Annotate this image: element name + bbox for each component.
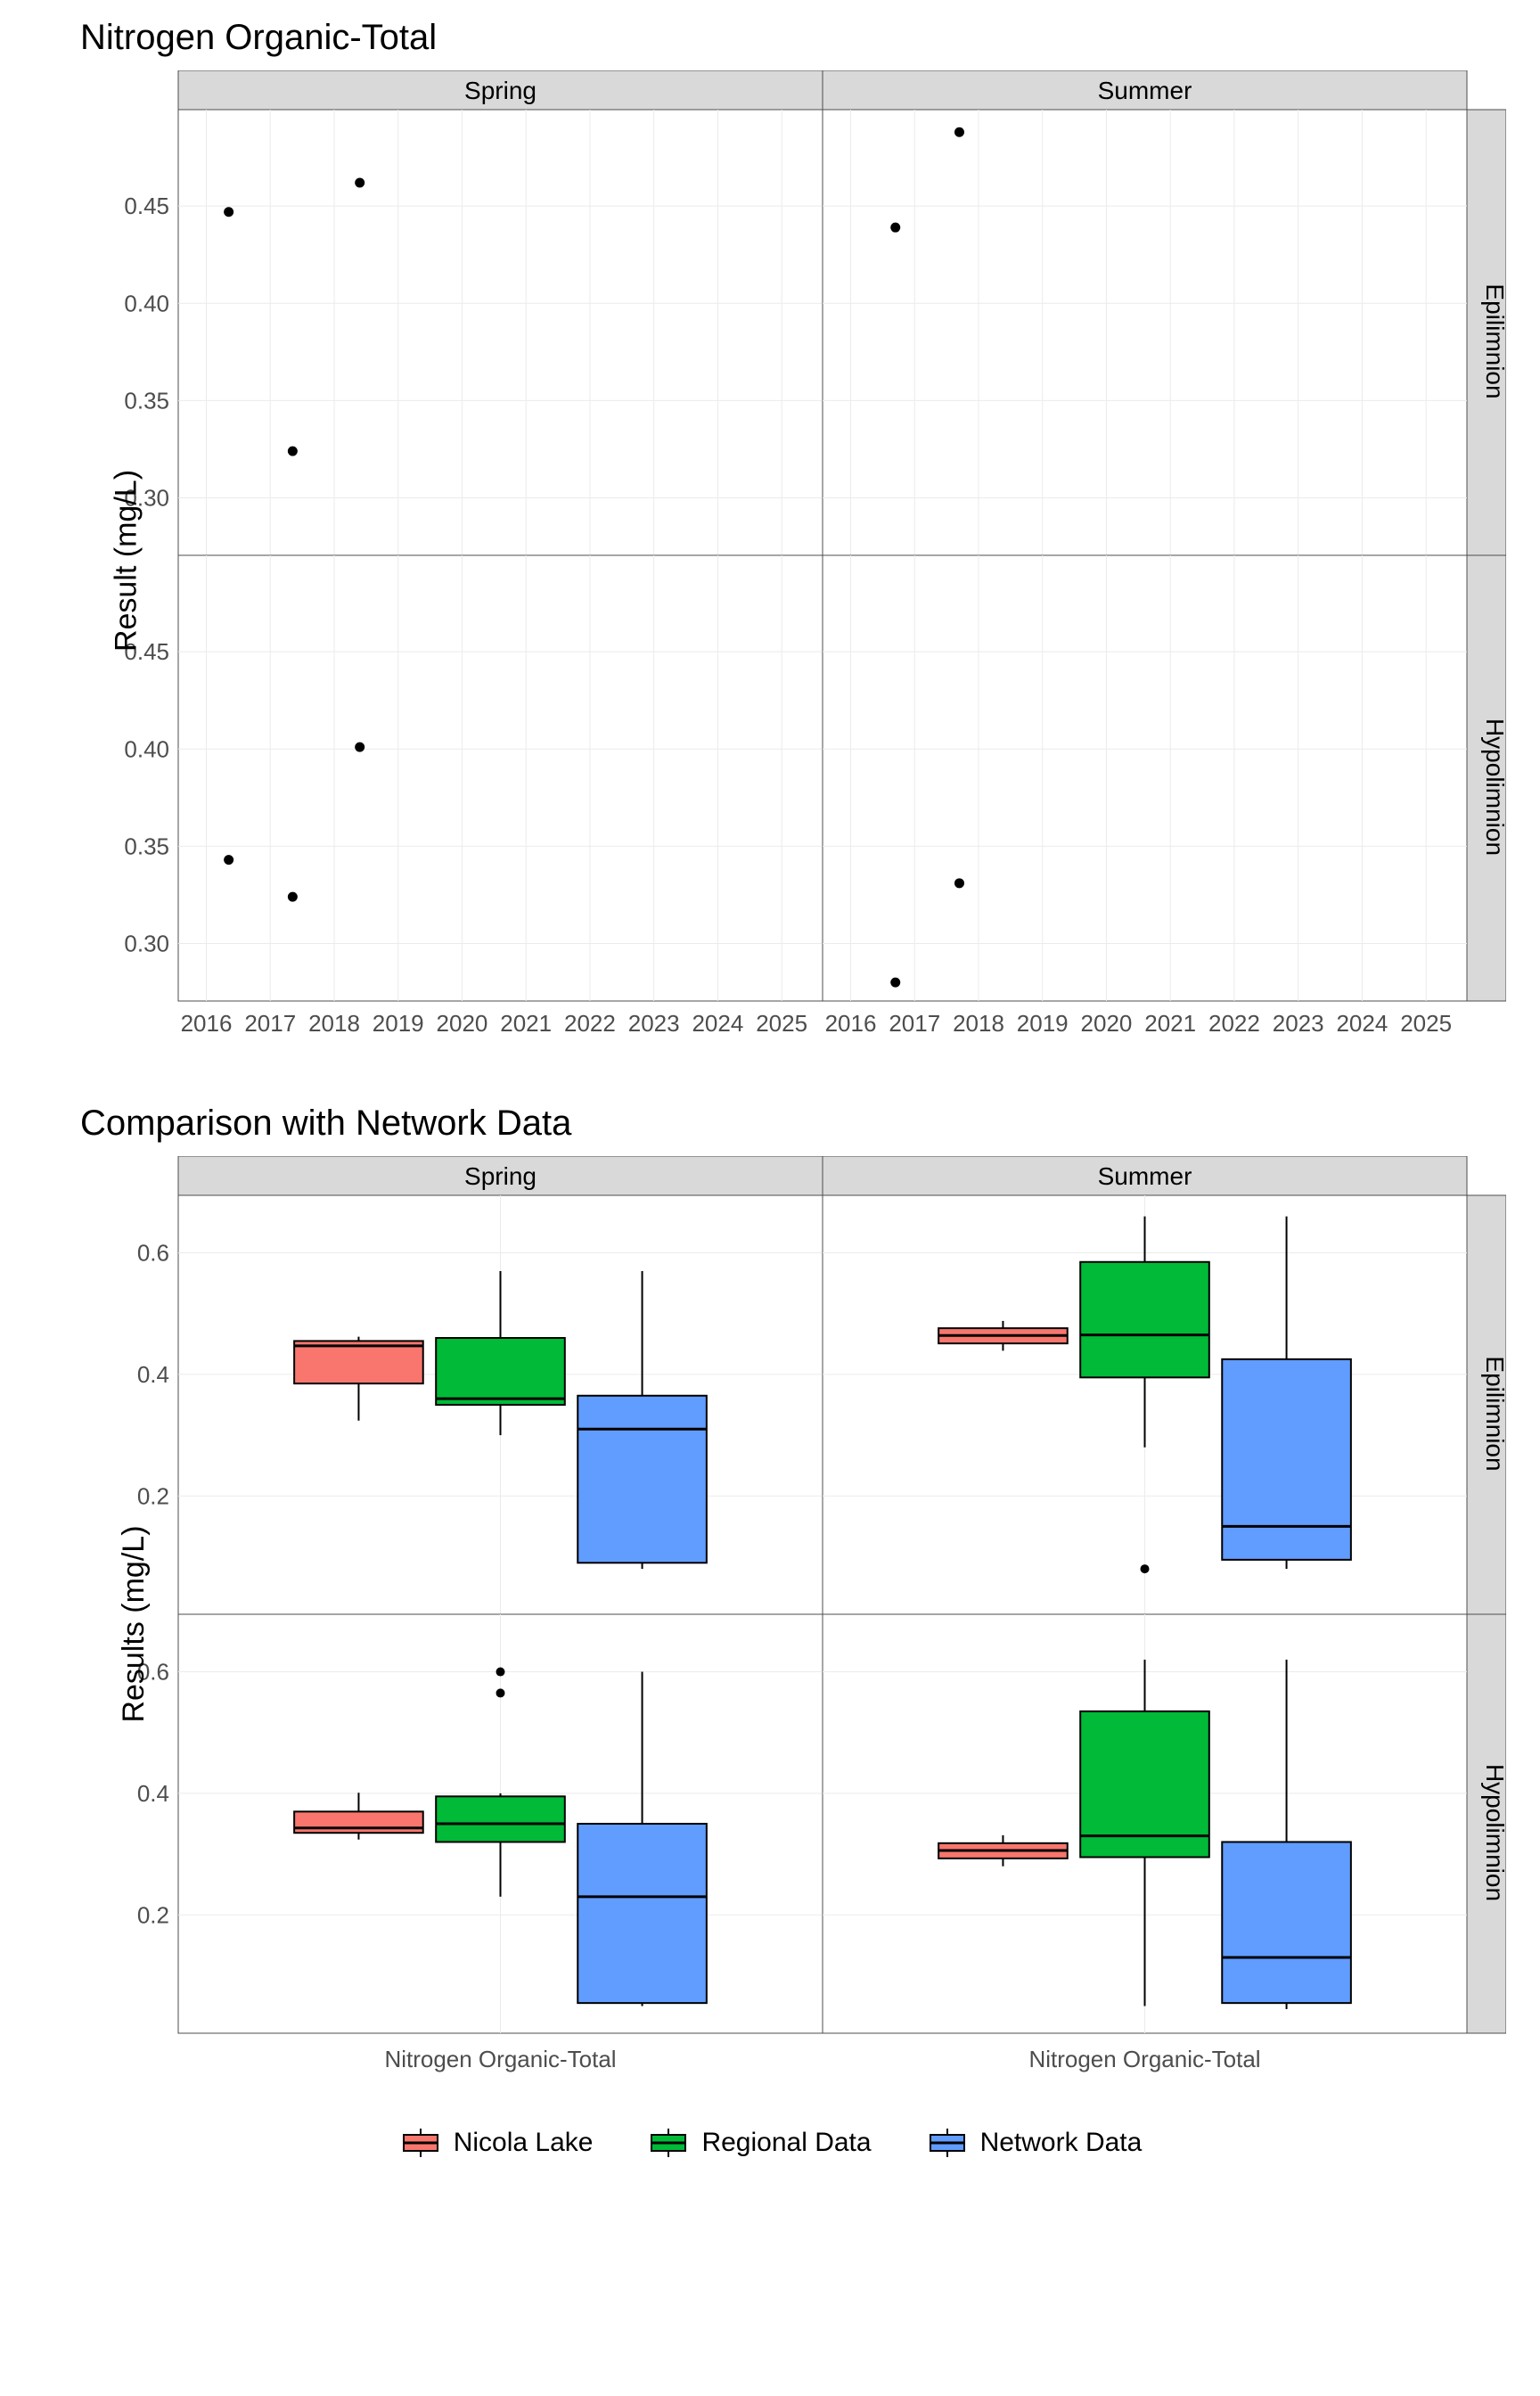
legend: Nicola Lake Regional Data Network Data: [27, 2127, 1513, 2159]
legend-item: Regional Data: [646, 2127, 871, 2159]
svg-text:Nitrogen Organic-Total: Nitrogen Organic-Total: [384, 2046, 616, 2072]
svg-text:2024: 2024: [1336, 1010, 1388, 1037]
svg-text:2019: 2019: [1017, 1010, 1069, 1037]
box-panel: [178, 1614, 823, 2033]
svg-text:2021: 2021: [500, 1010, 552, 1037]
scatter-panel: [823, 110, 1467, 555]
box-panel: [178, 1195, 823, 1614]
svg-text:0.4: 0.4: [137, 1361, 169, 1388]
svg-text:2025: 2025: [756, 1010, 807, 1037]
scatter-panel: [178, 555, 823, 1001]
svg-text:0.45: 0.45: [124, 193, 169, 219]
svg-text:0.40: 0.40: [124, 290, 169, 316]
svg-text:2018: 2018: [953, 1010, 1004, 1037]
svg-text:2024: 2024: [692, 1010, 743, 1037]
svg-text:0.30: 0.30: [124, 930, 169, 956]
svg-text:2017: 2017: [244, 1010, 296, 1037]
svg-text:2017: 2017: [889, 1010, 940, 1037]
box-grid: Spring Summer Epilimnion Hypolimnion 0.2 0.4 0…: [116, 1156, 1513, 2091]
svg-text:2018: 2018: [308, 1010, 360, 1037]
scatter-panel: [178, 110, 823, 555]
svg-text:2021: 2021: [1144, 1010, 1196, 1037]
scatter-ylabel: Result (mg/L): [110, 469, 144, 651]
svg-text:Nitrogen Organic-Total: Nitrogen Organic-Total: [1028, 2046, 1260, 2072]
svg-text:Epilimnion: Epilimnion: [1481, 1356, 1506, 1471]
svg-text:0.2: 0.2: [137, 1482, 169, 1509]
row-facet-label: Hypolimnion: [1481, 718, 1506, 856]
row-facet-label: Epilimnion: [1481, 283, 1506, 398]
legend-item: Network Data: [925, 2127, 1143, 2159]
scatter-panel: [823, 555, 1467, 1001]
svg-text:2022: 2022: [564, 1010, 616, 1037]
svg-text:0.40: 0.40: [124, 735, 169, 762]
svg-text:2016: 2016: [181, 1010, 233, 1037]
svg-text:0.2: 0.2: [137, 1901, 169, 1928]
legend-label: Network Data: [980, 2128, 1143, 2158]
svg-text:2023: 2023: [1273, 1010, 1324, 1037]
svg-text:2020: 2020: [1081, 1010, 1133, 1037]
svg-text:2020: 2020: [437, 1010, 488, 1037]
svg-text:Summer: Summer: [1098, 1162, 1192, 1190]
svg-text:2022: 2022: [1208, 1010, 1260, 1037]
svg-text:2016: 2016: [825, 1010, 877, 1037]
box-ylabel: Results (mg/L): [117, 1525, 152, 1722]
svg-text:0.35: 0.35: [124, 833, 169, 859]
box-title: Comparison with Network Data: [80, 1104, 1513, 1144]
box-panel: [823, 1614, 1467, 2033]
svg-text:Spring: Spring: [464, 1162, 537, 1190]
svg-text:0.6: 0.6: [137, 1240, 169, 1267]
svg-text:2025: 2025: [1400, 1010, 1452, 1037]
svg-text:2023: 2023: [628, 1010, 680, 1037]
box-chart: Comparison with Network Data Results (mg…: [27, 1104, 1513, 2091]
svg-text:2019: 2019: [373, 1010, 424, 1037]
legend-label: Nicola Lake: [454, 2128, 594, 2158]
svg-text:Hypolimnion: Hypolimnion: [1481, 1764, 1506, 1901]
svg-text:0.4: 0.4: [137, 1780, 169, 1807]
scatter-chart: Nitrogen Organic-Total Result (mg/L) Spr…: [27, 18, 1513, 1050]
legend-item: Nicola Lake: [398, 2127, 594, 2159]
col-facet-label: Summer: [1098, 77, 1192, 104]
box-panel: [823, 1195, 1467, 1614]
legend-label: Regional Data: [701, 2128, 871, 2158]
page: Nitrogen Organic-Total Result (mg/L) Spr…: [0, 0, 1540, 2396]
scatter-grid: Spring Summer Epilimnion Hypolimnion 0.30 0.3…: [116, 70, 1513, 1050]
col-facet-label: Spring: [464, 77, 537, 104]
svg-text:0.35: 0.35: [124, 387, 169, 414]
scatter-title: Nitrogen Organic-Total: [80, 18, 1513, 58]
